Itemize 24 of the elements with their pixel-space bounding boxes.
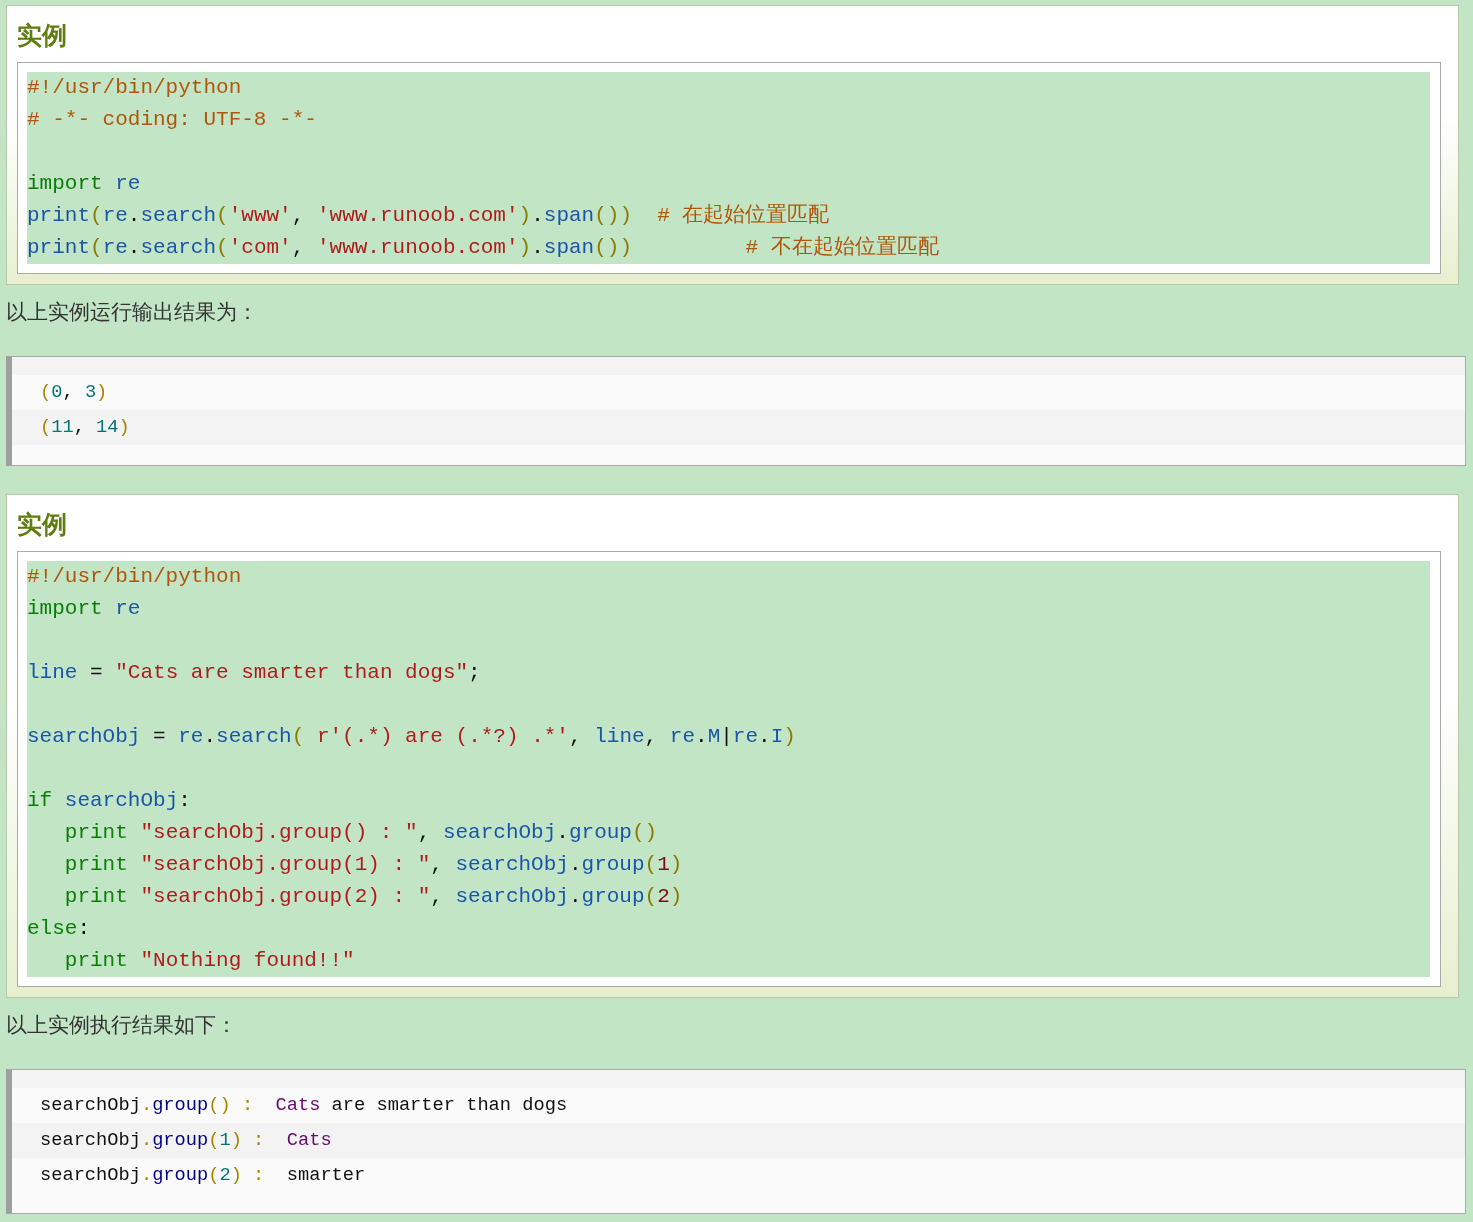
code-line: print "searchObj.group(2) : ", searchObj.group(2) — [63, 884, 683, 910]
code-line: print(re.search('com', 'www.runoob.com').span()) # 不在起始位置匹配 — [27, 235, 939, 261]
code-line: #!/usr/bin/python — [27, 564, 242, 590]
output-line: searchObj.group(1) : Cats — [40, 1129, 332, 1151]
section-title: 实例 — [17, 20, 68, 52]
output-line: (0, 3) — [40, 381, 108, 403]
section-title: 实例 — [17, 509, 68, 541]
paragraph-text: 以上实例执行结果如下： — [6, 1013, 237, 1036]
code-line: print "Nothing found!!" — [63, 948, 355, 974]
output-line: searchObj.group() : Cats are smarter than dogs — [40, 1094, 568, 1116]
paragraph-text: 以上实例运行输出结果为： — [6, 300, 258, 323]
output-line: (11, 14) — [40, 416, 130, 438]
code-line: line = "Cats are smarter than dogs"; — [27, 660, 481, 686]
output-line: searchObj.group(2) : smarter — [40, 1164, 366, 1186]
code-line: searchObj = re.search( r'(.*) are (.*?) .*', line, re.M|re.I) — [27, 724, 796, 750]
code-line: if searchObj: — [27, 788, 191, 814]
code-line: else: — [27, 916, 91, 942]
code-line: print(re.search('www', 'www.runoob.com').span()) # 在起始位置匹配 — [27, 203, 830, 229]
code-line: #!/usr/bin/python — [27, 75, 242, 101]
code-line: import re — [27, 171, 141, 197]
code-line: print "searchObj.group() : ", searchObj.group() — [63, 820, 658, 846]
code-line: # -*- coding: UTF-8 -*- — [27, 107, 317, 133]
code-line: print "searchObj.group(1) : ", searchObj.group(1) — [63, 852, 683, 878]
code-line: import re — [27, 596, 141, 622]
